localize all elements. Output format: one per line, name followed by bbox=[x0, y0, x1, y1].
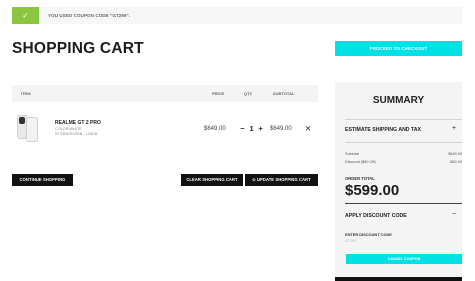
item-price: $649.00 bbox=[204, 126, 226, 132]
apply-discount-toggle[interactable]: APPLY DISCOUNT CODE bbox=[345, 213, 407, 219]
item-subtotal: $649.00 bbox=[270, 126, 292, 132]
plus-icon[interactable]: + bbox=[452, 125, 456, 132]
product-storage: STORAGE:8GB - 128GB bbox=[55, 132, 98, 136]
subtotal-label: Subtotal bbox=[345, 152, 359, 156]
subtotal-value: $649.00 bbox=[448, 152, 462, 156]
cancel-coupon-button[interactable]: CANCEL COUPON bbox=[346, 254, 462, 264]
update-cart-label: UPDATE SHOPPING CART bbox=[257, 177, 311, 182]
coupon-notice: ✓ YOU USED COUPON CODE "GT269". bbox=[12, 7, 462, 24]
remove-item-icon[interactable]: ✕ bbox=[305, 124, 311, 133]
coupon-notice-text: YOU USED COUPON CODE "GT269". bbox=[48, 13, 131, 18]
check-icon: ✓ bbox=[12, 7, 39, 24]
update-icon: ⊙ bbox=[252, 177, 256, 182]
qty-decrease-button[interactable]: − bbox=[239, 124, 246, 133]
header-price: PRICE bbox=[212, 91, 225, 96]
summary-panel: SUMMARY ESTIMATE SHIPPING AND TAX + Subt… bbox=[335, 82, 462, 281]
product-name[interactable]: REALME GT 2 PRO bbox=[55, 120, 101, 126]
estimate-shipping-toggle[interactable]: ESTIMATE SHIPPING AND TAX bbox=[345, 127, 421, 133]
proceed-to-checkout-button[interactable]: PROCEED TO CHECKOUT bbox=[335, 41, 462, 56]
product-color: COLOR:WHITE bbox=[55, 127, 82, 131]
cart-item-row: REALME GT 2 PRO COLOR:WHITE STORAGE:8GB … bbox=[12, 111, 318, 147]
page-title: SHOPPING CART bbox=[12, 40, 144, 57]
summary-footer-bar bbox=[335, 277, 462, 281]
order-total-value: $599.00 bbox=[345, 182, 400, 199]
qty-input[interactable]: 1 bbox=[248, 124, 255, 133]
product-image[interactable] bbox=[17, 113, 41, 147]
clear-cart-button[interactable]: CLEAR SHOPPING CART bbox=[181, 174, 243, 186]
header-item: ITEM bbox=[21, 91, 31, 96]
continue-shopping-button[interactable]: CONTINUE SHOPPING bbox=[12, 174, 73, 186]
minus-icon[interactable]: − bbox=[452, 211, 456, 218]
discount-value: -$50.00 bbox=[449, 160, 462, 164]
divider bbox=[345, 203, 462, 204]
order-total-label: ORDER TOTAL bbox=[345, 176, 375, 181]
discount-row: Discount ($50 Off) -$50.00 bbox=[345, 160, 462, 164]
header-subtotal: SUBTOTAL bbox=[273, 91, 295, 96]
update-cart-button[interactable]: ⊙ UPDATE SHOPPING CART bbox=[245, 174, 318, 186]
divider bbox=[345, 142, 462, 143]
summary-title: SUMMARY bbox=[372, 95, 425, 106]
divider bbox=[345, 119, 462, 120]
discount-label: Discount ($50 Off) bbox=[345, 160, 376, 164]
subtotal-row: Subtotal $649.00 bbox=[345, 152, 462, 156]
quantity-stepper: − 1 + bbox=[239, 124, 264, 133]
enter-discount-label: ENTER DISCOUNT CODE bbox=[345, 232, 392, 237]
header-qty: QTY bbox=[244, 91, 253, 96]
cart-table-header: ITEM PRICE QTY SUBTOTAL bbox=[12, 85, 318, 102]
qty-increase-button[interactable]: + bbox=[257, 124, 264, 133]
discount-code-input[interactable]: GT269 bbox=[345, 239, 356, 243]
